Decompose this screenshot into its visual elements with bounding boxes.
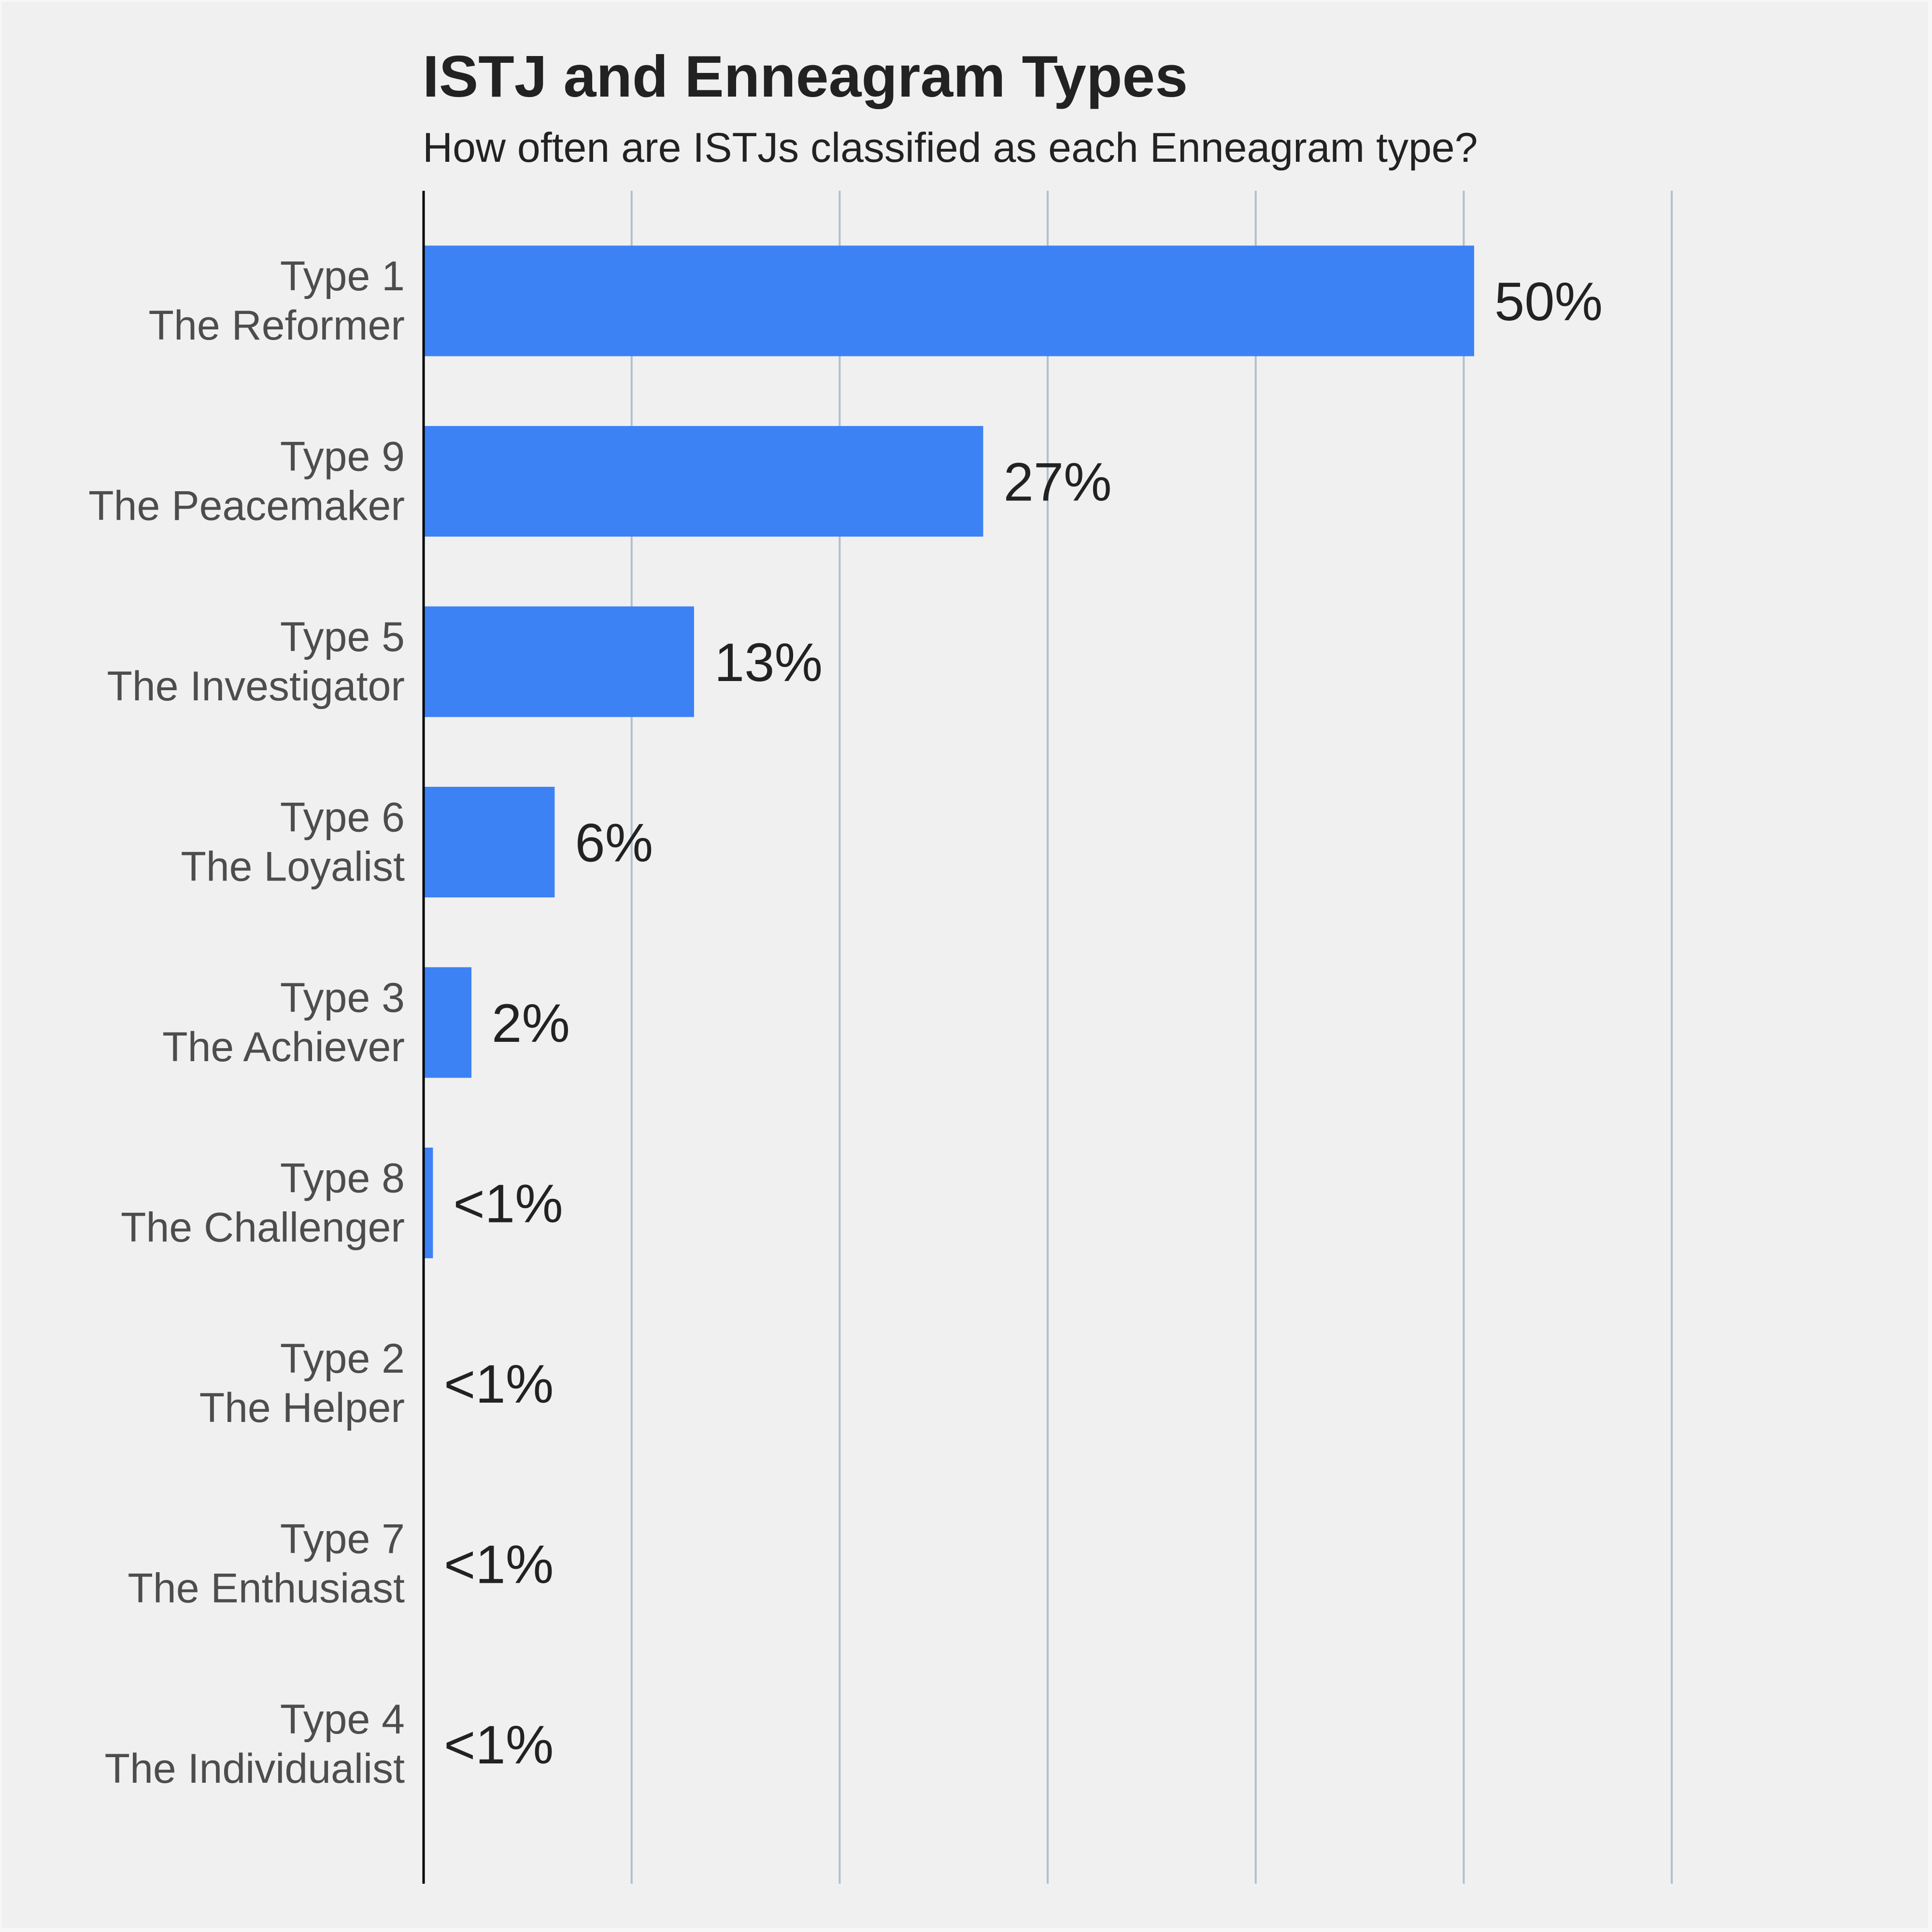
y-label-type: Type 4 [280,1696,405,1743]
value-label: <1% [453,1174,563,1234]
bar-5 [424,967,472,1078]
value-label: 27% [1004,452,1112,512]
y-label-type: Type 7 [280,1516,405,1563]
bar-3 [424,606,694,717]
y-label-name: The Individualist [105,1746,405,1792]
y-label-type: Type 3 [280,975,405,1021]
bar-6 [424,1148,433,1258]
y-label-type: Type 9 [280,434,405,480]
bar-1 [424,245,1475,356]
bar-chart: ISTJ and Enneagram Types How often are I… [88,43,1673,1884]
bars [424,245,1475,1258]
y-label-type: Type 1 [280,253,405,299]
bar-2 [424,426,983,537]
y-label-type: Type 2 [280,1335,405,1382]
y-label-name: The Investigator [107,663,405,710]
y-label-type: Type 8 [280,1155,405,1202]
value-label: 50% [1494,271,1603,332]
chart-title: ISTJ and Enneagram Types [423,43,1188,109]
y-label-name: The Reformer [149,302,405,349]
y-label-name: The Achiever [162,1024,405,1070]
y-label-name: The Enthusiast [128,1565,405,1612]
value-label: 13% [714,632,823,693]
y-label-type: Type 6 [280,795,405,841]
y-label-name: The Peacemaker [88,483,405,529]
y-label-type: Type 5 [280,614,405,660]
y-label-name: The Challenger [121,1205,405,1251]
value-label: <1% [444,1715,554,1775]
value-label: <1% [444,1534,554,1595]
y-label-name: The Loyalist [181,844,405,890]
value-label: 2% [492,993,570,1053]
y-axis-labels: Type 1The Reformer Type 9The Peacemaker Ty… [88,253,405,1792]
chart-subtitle: How often are ISTJs classified as each E… [423,125,1478,171]
value-label: <1% [444,1354,554,1414]
value-label: 6% [575,813,653,873]
y-label-name: The Helper [199,1385,405,1431]
bar-4 [424,787,555,897]
